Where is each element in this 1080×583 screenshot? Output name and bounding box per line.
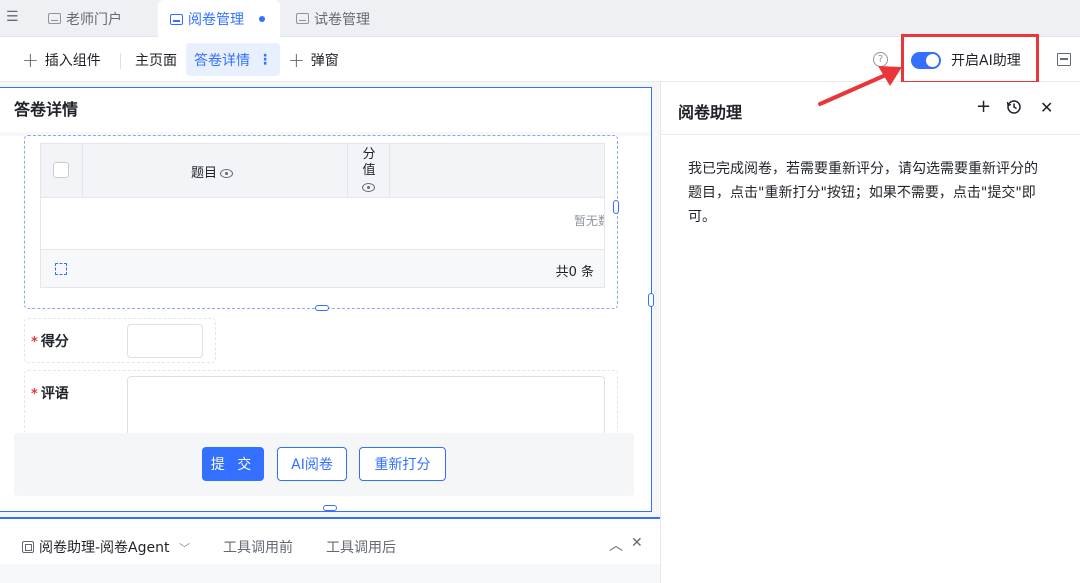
- tab-label: 老师门户: [66, 11, 122, 28]
- more-options-icon[interactable]: ⋮: [258, 52, 272, 68]
- agent-selector[interactable]: 阅卷助理-阅卷Agent ﹀: [22, 537, 190, 557]
- tab-bar: ☰ 老师门户 阅卷管理 试卷管理: [0, 0, 1080, 38]
- resize-handle[interactable]: [315, 305, 329, 311]
- ai-grade-button[interactable]: AI阅卷: [277, 447, 347, 481]
- comment-label: * 评语: [31, 383, 69, 403]
- divider: [120, 53, 121, 69]
- select-all-checkbox[interactable]: [53, 162, 69, 178]
- column-header-question: 题目: [191, 162, 234, 181]
- comment-field: * 评语: [24, 370, 618, 434]
- resize-handle[interactable]: [613, 200, 619, 214]
- empty-state-text: 暂无数: [574, 214, 604, 228]
- collapse-sidebar-icon[interactable]: ☰: [6, 9, 24, 27]
- question-table: 题目 分值 暂无数 共0 条: [40, 143, 605, 288]
- close-icon[interactable]: ✕: [1040, 98, 1053, 117]
- tab-before-tool-call[interactable]: 工具调用前: [223, 537, 293, 557]
- debug-panel-body: [0, 564, 660, 583]
- answer-detail-label: 答卷详情: [194, 52, 250, 69]
- page-icon: [48, 13, 61, 24]
- ai-assistant-switch[interactable]: [911, 52, 941, 69]
- tab-after-tool-call[interactable]: 工具调用后: [326, 537, 396, 557]
- debug-panel: 阅卷助理-阅卷Agent ﹀ 工具调用前 工具调用后 ︿ ✕: [0, 517, 660, 583]
- score-label: * 得分: [31, 331, 69, 351]
- table-header: 题目 分值: [41, 144, 604, 198]
- insert-component-label: 插入组件: [44, 52, 101, 69]
- tab-exam-management[interactable]: 试卷管理: [284, 0, 382, 37]
- annotation-arrow-icon: [818, 66, 902, 106]
- score-input[interactable]: [127, 324, 203, 358]
- agent-selector-label: 阅卷助理-阅卷Agent: [39, 540, 170, 556]
- design-canvas: 答卷详情 题目 分值 暂无数: [0, 82, 660, 517]
- tab-teacher-portal[interactable]: 老师门户: [36, 0, 134, 37]
- required-mark: *: [31, 387, 38, 402]
- column-divider: [82, 144, 83, 198]
- tab-grading-management[interactable]: 阅卷管理: [158, 0, 280, 38]
- submit-button[interactable]: 提 交: [202, 447, 264, 481]
- resize-handle[interactable]: [648, 293, 654, 307]
- insert-component-button[interactable]: + 插入组件: [14, 43, 109, 76]
- main-page-label: 主页面: [135, 52, 177, 69]
- tab-label: 阅卷管理: [188, 12, 244, 28]
- resize-handle[interactable]: [323, 505, 337, 511]
- table-footer: 共0 条: [41, 249, 604, 287]
- answer-detail-tab[interactable]: 答卷详情 ⋮: [186, 43, 280, 76]
- answer-detail-form: 答卷详情 题目 分值 暂无数: [0, 87, 654, 512]
- question-table-block[interactable]: 题目 分值 暂无数 共0 条: [24, 135, 619, 311]
- agent-icon: [22, 541, 34, 553]
- page-icon: [296, 13, 309, 24]
- chevron-down-icon: ﹀: [178, 542, 190, 555]
- eye-icon[interactable]: [220, 169, 234, 178]
- column-label: 题目: [191, 166, 218, 181]
- regrade-button[interactable]: 重新打分: [359, 447, 446, 481]
- layout-icon[interactable]: [1057, 53, 1071, 66]
- history-icon[interactable]: [1006, 99, 1022, 120]
- comment-textarea[interactable]: [127, 376, 605, 434]
- tab-label: 试卷管理: [314, 11, 370, 28]
- new-chat-icon[interactable]: +: [976, 96, 991, 117]
- ai-assistant-label: 开启AI助理: [951, 53, 1021, 69]
- pagination-total: 共0 条: [555, 265, 594, 280]
- action-bar: 提 交 AI阅卷 重新打分: [14, 433, 634, 496]
- close-icon[interactable]: ✕: [631, 535, 643, 551]
- comment-label-text: 评语: [40, 386, 69, 402]
- plus-icon: +: [288, 47, 305, 72]
- column-divider: [347, 144, 348, 198]
- unsaved-indicator: [259, 16, 265, 22]
- assistant-message: 我已完成阅卷，若需要重新评分，请勾选需要重新评分的题目，点击"重新打分"按钮；如…: [688, 161, 1038, 225]
- plus-icon: +: [22, 47, 39, 72]
- popup-button[interactable]: + 弹窗: [280, 43, 347, 76]
- fullscreen-icon[interactable]: [55, 263, 67, 275]
- required-mark: *: [31, 335, 38, 350]
- divider: [661, 134, 1080, 135]
- main-page-tab[interactable]: 主页面: [127, 43, 185, 76]
- column-label: 分值: [362, 147, 376, 178]
- popup-label: 弹窗: [310, 52, 339, 69]
- collapse-icon[interactable]: ︿: [609, 535, 623, 555]
- eye-icon[interactable]: [362, 183, 375, 192]
- ai-assistant-panel: 阅卷助理 + ✕ 我已完成阅卷，若需要重新评分，请勾选需要重新评分的题目，点击"…: [660, 82, 1080, 583]
- column-divider: [389, 144, 390, 198]
- assistant-title: 阅卷助理: [678, 103, 743, 122]
- score-field: * 得分: [24, 318, 216, 363]
- page-icon: [170, 13, 183, 25]
- column-header-score: 分值: [361, 147, 377, 195]
- page-title: 答卷详情: [14, 100, 79, 119]
- score-label-text: 得分: [40, 334, 69, 350]
